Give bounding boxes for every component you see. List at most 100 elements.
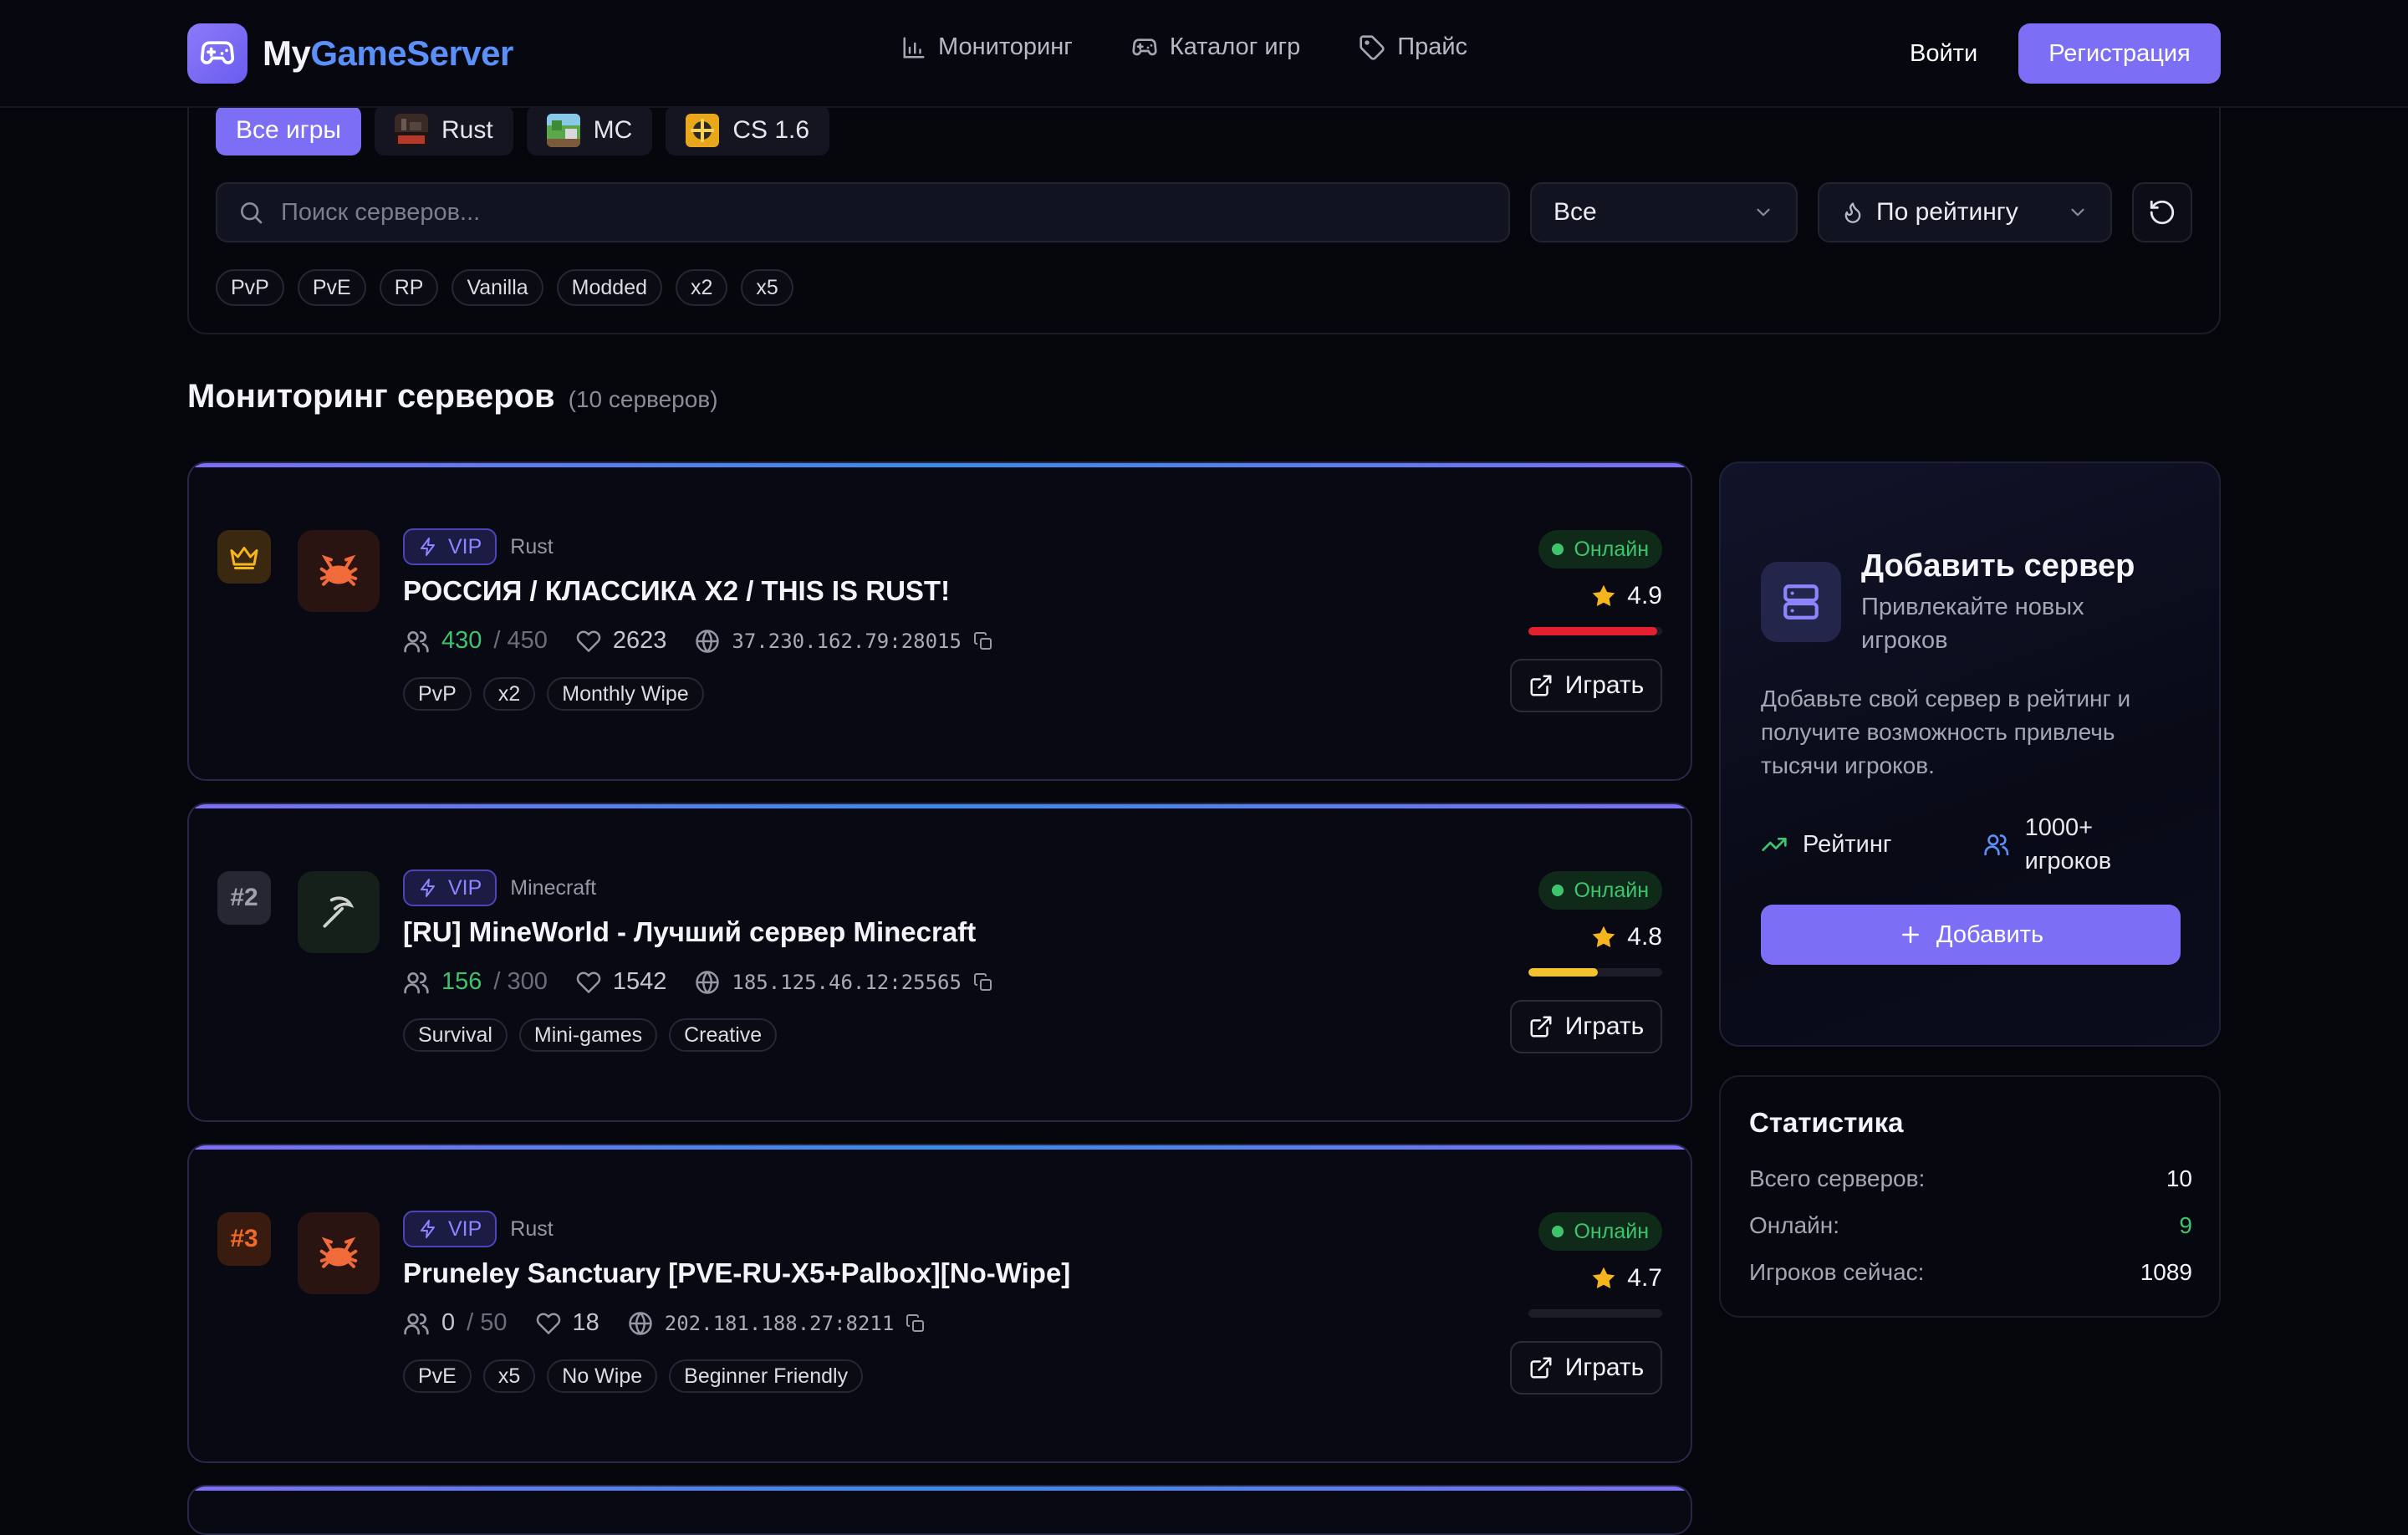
logo-text: MyGameServer	[263, 33, 513, 73]
refresh-button[interactable]	[2132, 182, 2192, 242]
crab-icon	[298, 530, 380, 612]
online-dot	[1552, 543, 1564, 555]
add-server-subtitle: Привлекайте новых игроков	[1861, 594, 2084, 654]
statistics-card: Статистика Всего серверов: 10 Онлайн: 9 …	[1719, 1075, 2221, 1318]
ip-stat: 185.125.46.12:25565	[695, 970, 993, 995]
tab-minecraft[interactable]: MC	[526, 105, 653, 156]
lightning-icon	[421, 879, 435, 897]
load-bar	[1528, 1309, 1662, 1318]
server-card[interactable]: #2 VIP Minecraft [RU] MineWorld - Лучший…	[187, 803, 1692, 1122]
players-max: / 50	[467, 1309, 508, 1336]
search-input[interactable]	[281, 198, 1451, 227]
statistics-title: Статистика	[1749, 1107, 1904, 1138]
play-button[interactable]: Играть	[1510, 659, 1662, 712]
load-bar	[1528, 968, 1662, 977]
tag-filter-x2[interactable]: x2	[676, 269, 728, 306]
users-icon	[1984, 834, 2009, 856]
register-button[interactable]: Регистрация	[2018, 23, 2221, 84]
rating-value: 4.8	[1627, 923, 1662, 951]
likes-stat[interactable]: 1542	[576, 968, 666, 996]
rank-badge: #2	[217, 871, 271, 925]
flame-icon	[1844, 202, 1861, 223]
server-tag: PvE	[403, 1359, 472, 1393]
status-badge: Онлайн	[1538, 530, 1662, 569]
logo[interactable]: MyGameServer	[187, 23, 513, 84]
likes-count: 2623	[612, 627, 667, 654]
server-name[interactable]: РОССИЯ / КЛАССИКА X2 / THIS IS RUST!	[403, 575, 950, 607]
copy-icon[interactable]	[973, 631, 993, 651]
rating: 4.8	[1590, 923, 1662, 951]
type-select-value: Все	[1553, 198, 1597, 226]
status-label: Онлайн	[1574, 1219, 1649, 1243]
add-server-title: Добавить сервер	[1861, 548, 2135, 584]
add-server-description: Добавьте свой сервер в рейтинг и получит…	[1761, 686, 2131, 778]
add-server-button[interactable]: Добавить	[1761, 905, 2181, 965]
server-tags: PvE x5 No Wipe Beginner Friendly	[403, 1359, 864, 1393]
vip-label: VIP	[448, 875, 482, 900]
tag-filter-pve[interactable]: PvE	[297, 269, 366, 306]
players-online: 430	[441, 627, 482, 654]
nav-monitoring[interactable]: Мониторинг	[901, 33, 1073, 61]
stat-label: Игроков сейчас:	[1749, 1259, 1925, 1285]
stat-row: Всего серверов: 10	[1749, 1165, 2192, 1192]
rating-value: 4.7	[1627, 1264, 1662, 1292]
nav-price[interactable]: Прайс	[1359, 33, 1467, 61]
server-name[interactable]: Pruneley Sanctuary [PVE-RU-X5+Palbox][No…	[403, 1257, 1070, 1289]
gamepad-icon	[1132, 38, 1157, 55]
sort-select[interactable]: По рейтингу	[1818, 182, 2112, 242]
star-icon	[1592, 926, 1615, 947]
server-stats: 156 / 300 1542 185.125.46.12:25565	[403, 968, 993, 996]
plus-icon	[1901, 926, 1919, 943]
play-button[interactable]: Играть	[1510, 1341, 1662, 1395]
login-button[interactable]: Войти	[1890, 23, 1997, 84]
rust-thumb-icon	[394, 114, 428, 147]
players-online: 156	[441, 968, 482, 995]
players-online: 0	[441, 1309, 456, 1336]
stat-value: 10	[2166, 1165, 2192, 1191]
chevron-down-icon	[1757, 208, 1770, 217]
server-name[interactable]: [RU] MineWorld - Лучший сервер Minecraft	[403, 916, 976, 948]
external-link-icon	[1530, 675, 1552, 696]
page-title: Мониторинг серверов	[187, 378, 555, 415]
main-nav: Мониторинг Каталог игр Прайс	[901, 33, 1467, 61]
likes-stat[interactable]: 2623	[576, 627, 667, 655]
search-box[interactable]	[216, 182, 1510, 242]
players-max: / 450	[493, 627, 548, 654]
server-tag: Mini-games	[518, 1018, 658, 1052]
tag-filter-x5[interactable]: x5	[741, 269, 793, 306]
copy-icon[interactable]	[973, 972, 993, 992]
load-bar-fill	[1528, 968, 1599, 977]
status-badge: Онлайн	[1538, 871, 1662, 910]
vip-label: VIP	[448, 1216, 482, 1241]
stat-label: Онлайн:	[1749, 1212, 1840, 1238]
tag-filter-modded[interactable]: Modded	[556, 269, 663, 306]
copy-icon[interactable]	[906, 1313, 926, 1334]
feature-players-label: 1000+ игроков	[2024, 814, 2112, 875]
stat-value: 9	[2179, 1212, 2192, 1238]
server-card[interactable]: #3 VIP Rust Pruneley Sanctuary [PVE-RU-X…	[187, 1144, 1692, 1463]
cs16-thumb-icon	[686, 114, 720, 147]
tab-rust[interactable]: Rust	[374, 105, 513, 156]
server-ip: 202.181.188.27:8211	[664, 1311, 895, 1335]
likes-stat[interactable]: 18	[536, 1309, 599, 1337]
server-card[interactable]	[187, 1485, 1692, 1535]
heart-icon	[576, 971, 601, 993]
server-card[interactable]: VIP Rust РОССИЯ / КЛАССИКА X2 / THIS IS …	[187, 462, 1692, 781]
globe-icon	[696, 970, 720, 994]
nav-catalog[interactable]: Каталог игр	[1131, 33, 1300, 61]
server-tag: Monthly Wipe	[547, 677, 704, 711]
sort-select-content: По рейтингу	[1841, 198, 2018, 227]
pickaxe-icon	[298, 871, 380, 953]
tab-all-games[interactable]: Все игры	[216, 105, 361, 156]
play-button[interactable]: Играть	[1510, 1000, 1662, 1053]
tab-cs16[interactable]: CS 1.6	[666, 105, 830, 156]
sort-select-value: По рейтингу	[1876, 198, 2018, 226]
play-label: Играть	[1564, 1012, 1645, 1040]
tag-filter-pvp[interactable]: PvP	[216, 269, 284, 306]
tag-filter-row: PvP PvE RP Vanilla Modded x2 x5	[216, 269, 793, 306]
tag-filter-vanilla[interactable]: Vanilla	[452, 269, 543, 306]
rating-value: 4.9	[1627, 582, 1662, 609]
feature-rating: Рейтинг	[1761, 828, 1891, 861]
tag-filter-rp[interactable]: RP	[379, 269, 439, 306]
type-select[interactable]: Все	[1530, 182, 1798, 242]
